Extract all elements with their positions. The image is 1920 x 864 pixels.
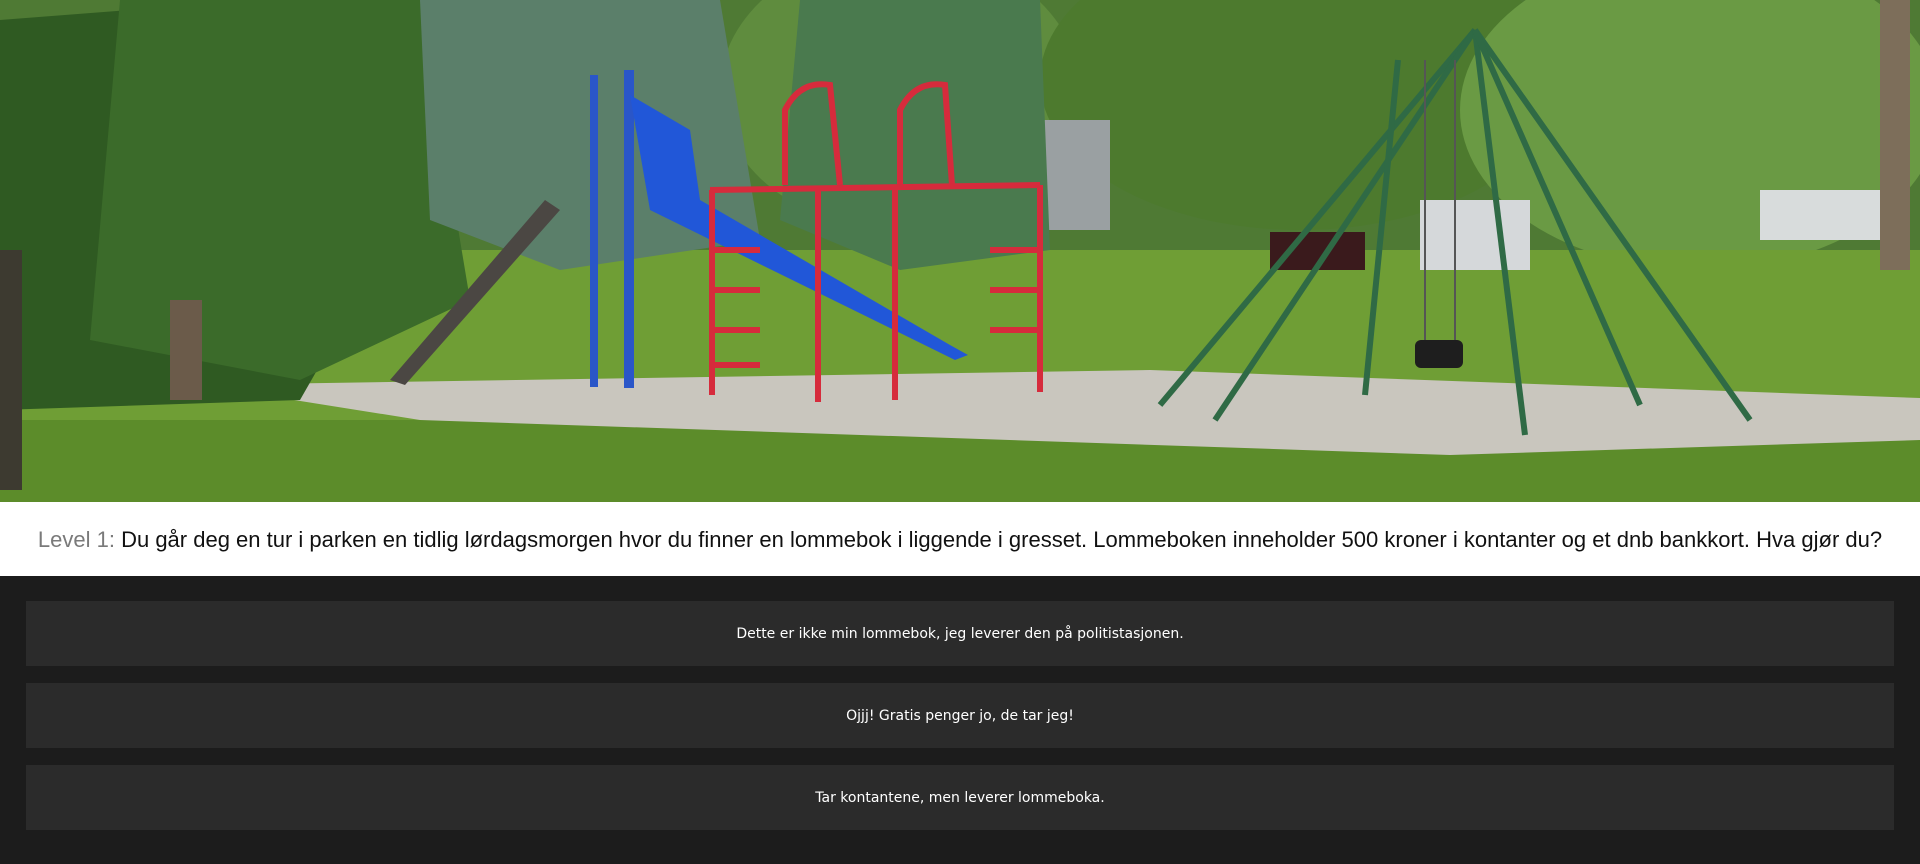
- answer-option-2[interactable]: Ojjj! Gratis penger jo, de tar jeg!: [26, 683, 1894, 748]
- question-panel: Level 1: Du går deg en tur i parken en t…: [0, 502, 1920, 576]
- playground-illustration: [0, 0, 1920, 502]
- scene-image: [0, 0, 1920, 502]
- answer-list: Dette er ikke min lommebok, jeg leverer …: [0, 576, 1920, 864]
- answer-option-1[interactable]: Dette er ikke min lommebok, jeg leverer …: [26, 601, 1894, 666]
- question-text-block: Level 1: Du går deg en tur i parken en t…: [38, 526, 1882, 553]
- level-label: Level 1:: [37, 526, 115, 552]
- answer-option-3[interactable]: Tar kontantene, men leverer lommeboka.: [26, 765, 1894, 830]
- question-text: Du går deg en tur i parken en tidlig lør…: [121, 526, 1883, 552]
